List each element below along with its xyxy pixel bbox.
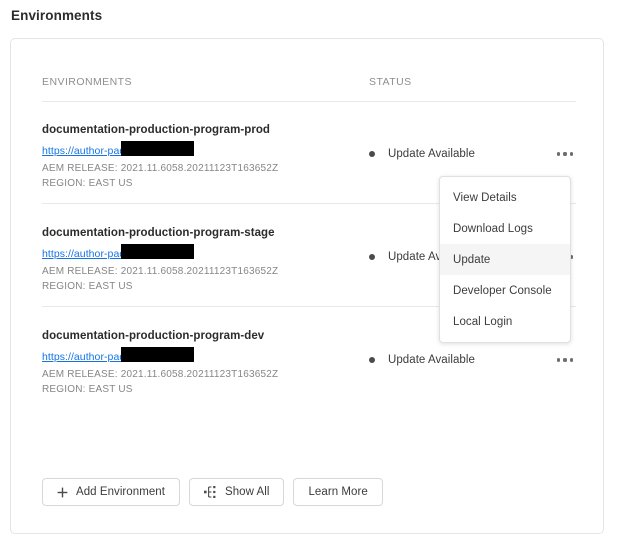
environment-name: documentation-production-program-prod	[42, 124, 270, 136]
status-label: Update Available	[388, 354, 475, 366]
column-header-environments: ENVIRONMENTS	[42, 76, 132, 88]
redaction-box	[121, 347, 194, 362]
region-label: REGION: EAST US	[42, 281, 133, 292]
aem-release-label: AEM RELEASE: 2021.11.6058.20211123T16365…	[42, 369, 278, 380]
status-badge: Update Available	[369, 146, 475, 162]
region-label: REGION: EAST US	[42, 384, 133, 395]
environment-url-prefix: https://author-p	[42, 145, 113, 157]
menu-item-download-logs[interactable]: Download Logs	[440, 213, 570, 244]
ellipsis-icon	[557, 152, 560, 155]
ellipsis-icon	[563, 152, 566, 155]
plus-icon	[57, 487, 68, 498]
status-dot-icon	[369, 254, 375, 260]
aem-release-label: AEM RELEASE: 2021.11.6058.20211123T16365…	[42, 163, 278, 174]
add-environment-button[interactable]: Add Environment	[42, 478, 180, 506]
environment-url-prefix: https://author-p	[42, 351, 113, 363]
learn-more-label: Learn More	[308, 486, 367, 498]
ellipsis-icon	[570, 358, 573, 361]
table-header-row: ENVIRONMENTS STATUS	[42, 71, 576, 101]
status-dot-icon	[369, 357, 375, 363]
row-more-actions-button[interactable]	[552, 143, 578, 165]
ellipsis-icon	[570, 152, 573, 155]
tree-hierarchy-icon	[204, 486, 217, 498]
environment-url-prefix: https://author-p	[42, 248, 113, 260]
show-all-button[interactable]: Show All	[189, 478, 285, 506]
menu-item-label: Update	[453, 254, 490, 266]
ellipsis-icon	[563, 358, 566, 361]
redaction-box	[121, 244, 194, 259]
row-context-menu: View Details Download Logs Update Develo…	[439, 176, 571, 343]
menu-item-developer-console[interactable]: Developer Console	[440, 275, 570, 306]
environment-name: documentation-production-program-dev	[42, 330, 264, 342]
menu-item-label: Developer Console	[453, 285, 552, 297]
environment-url[interactable]: https://author-padobea...	[42, 347, 158, 362]
row-more-actions-button[interactable]	[552, 349, 578, 371]
environments-page: Environments ENVIRONMENTS STATUS documen…	[0, 0, 618, 545]
add-environment-label: Add Environment	[76, 486, 165, 498]
menu-item-label: Download Logs	[453, 223, 533, 235]
environment-url[interactable]: https://author-padobea...	[42, 244, 158, 259]
column-header-status: STATUS	[369, 76, 412, 88]
environment-url[interactable]: https://author-padobea...	[42, 141, 158, 156]
environment-name: documentation-production-program-stage	[42, 227, 275, 239]
card-footer-actions: Add Environment Show All	[42, 478, 383, 506]
status-dot-icon	[369, 151, 375, 157]
menu-item-update[interactable]: Update	[440, 244, 570, 275]
menu-item-local-login[interactable]: Local Login	[440, 306, 570, 337]
menu-item-label: View Details	[453, 192, 517, 204]
aem-release-label: AEM RELEASE: 2021.11.6058.20211123T16365…	[42, 266, 278, 277]
redaction-box	[121, 141, 194, 156]
show-all-label: Show All	[225, 486, 270, 498]
page-title: Environments	[11, 8, 102, 23]
region-label: REGION: EAST US	[42, 178, 133, 189]
menu-item-label: Local Login	[453, 316, 512, 328]
ellipsis-icon	[557, 358, 560, 361]
status-badge: Update Available	[369, 352, 475, 368]
menu-item-view-details[interactable]: View Details	[440, 182, 570, 213]
learn-more-button[interactable]: Learn More	[293, 478, 382, 506]
status-label: Update Available	[388, 148, 475, 160]
